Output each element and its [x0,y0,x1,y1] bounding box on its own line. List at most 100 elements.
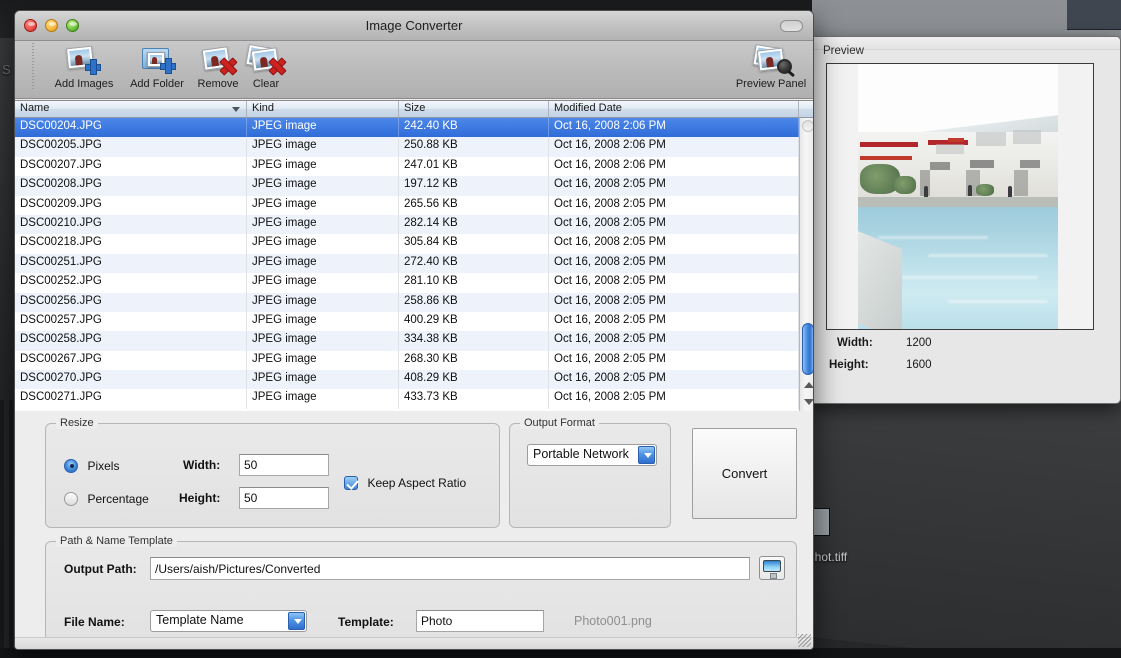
column-header-label: Name [20,102,50,114]
output-filename-preview: Photo001.png [574,614,652,628]
radio-percentage[interactable]: Percentage [64,490,149,508]
table-row[interactable]: DSC00204.JPG JPEG image 242.40 KB Oct 16, 2… [15,118,799,138]
file-list-header[interactable]: Name Kind Size Modified Date [15,101,813,118]
main-titlebar[interactable]: Image Converter [15,11,813,41]
output-path-input[interactable] [150,557,750,580]
toolbar-button-add-images[interactable]: Add Images [45,43,123,90]
path-name-template-group-title: Path & Name Template [56,535,177,547]
file-name-select[interactable]: Template Name [150,610,307,632]
preview-ripple [878,236,988,239]
preview-window-glass [1013,130,1041,144]
file-list-scrollbar[interactable] [799,118,813,411]
cell-name: DSC00271.JPG [15,389,247,409]
file-list-body[interactable]: DSC00204.JPG JPEG image 242.40 KB Oct 16, 2… [15,118,799,411]
toolbar-button-clear[interactable]: Clear [227,43,305,90]
template-label: Template: [338,615,394,629]
toolbar-button-preview-panel[interactable]: Preview Panel [729,43,813,90]
cell-modified: Oct 16, 2008 2:05 PM [549,311,799,332]
output-format-group-title: Output Format [520,417,599,429]
table-row[interactable]: DSC00210.JPG JPEG image 282.14 KB Oct 16, 2… [15,214,799,235]
preview-foliage [894,176,916,194]
toolbar-separator [32,43,34,89]
preview-storefront-sign [930,162,950,170]
preview-height-value: 1600 [906,359,932,371]
preview-width-row: Width: 1200 [809,337,1120,359]
preview-signage [948,138,964,142]
cell-kind: JPEG image [247,253,399,274]
radio-pixels[interactable]: Pixels [64,457,119,475]
convert-button-label: Convert [721,466,768,481]
checkbox-keep-aspect-ratio[interactable]: Keep Aspect Ratio [344,474,466,492]
radio-percentage-indicator[interactable] [64,491,78,506]
image-converter-window[interactable]: Image Converter Add Images Add Folder Re… [14,10,814,650]
cell-kind: JPEG image [247,273,399,293]
table-row[interactable]: DSC00218.JPG JPEG image 305.84 KB Oct 16, 2… [15,234,799,254]
cell-kind: JPEG image [247,195,399,215]
sort-descending-icon [232,107,240,112]
chevron-down-icon[interactable] [638,446,655,464]
cell-kind: JPEG image [247,137,399,157]
table-row[interactable]: DSC00251.JPG JPEG image 272.40 KB Oct 16, 2… [15,253,799,274]
table-row[interactable]: DSC00209.JPG JPEG image 265.56 KB Oct 16, 2… [15,195,799,215]
table-row[interactable]: DSC00252.JPG JPEG image 281.10 KB Oct 16, 2… [15,273,799,293]
column-header-modified-date[interactable]: Modified Date [549,101,799,118]
scrollbar-thumb[interactable] [802,323,813,375]
preview-signage [860,142,918,147]
cell-name: DSC00208.JPG [15,176,247,196]
column-header-name[interactable]: Name [15,101,247,118]
scroll-down-arrow-icon[interactable] [804,399,813,405]
template-input[interactable] [416,610,544,632]
cell-name: DSC00209.JPG [15,195,247,215]
file-list[interactable]: Name Kind Size Modified Date DSC00204.JP… [15,100,813,411]
cell-name: DSC00251.JPG [15,253,247,274]
width-label: Width: [183,458,221,472]
cell-size: 268.30 KB [399,350,549,371]
table-row[interactable]: DSC00267.JPG JPEG image 268.30 KB Oct 16, 2… [15,350,799,371]
preview-ripple [948,300,1048,303]
table-row[interactable]: DSC00271.JPG JPEG image 433.73 KB Oct 16, 2… [15,389,799,409]
output-format-selected-value: Portable Network [533,447,629,461]
table-row[interactable]: DSC00258.JPG JPEG image 334.38 KB Oct 16, 2… [15,331,799,351]
radio-pixels-indicator[interactable] [64,458,78,473]
window-resize-grip[interactable] [798,634,811,647]
cell-modified: Oct 16, 2008 2:05 PM [549,273,799,293]
preview-window-glass [936,144,964,154]
output-format-select[interactable]: Portable Network [527,444,657,466]
cell-modified: Oct 16, 2008 2:05 PM [549,292,799,312]
cell-kind: JPEG image [247,350,399,371]
chevron-down-icon[interactable] [288,612,305,630]
radio-pixels-label: Pixels [87,459,120,473]
cell-name: DSC00270.JPG [15,370,247,390]
table-row[interactable]: DSC00208.JPG JPEG image 197.12 KB Oct 16, 2… [15,176,799,196]
table-row[interactable]: DSC00270.JPG JPEG image 408.29 KB Oct 16, 2… [15,370,799,390]
column-header-spacer [799,101,813,118]
column-header-label: Size [404,102,426,114]
column-header-size[interactable]: Size [399,101,549,118]
cell-size: 433.73 KB [399,389,549,409]
preview-signage [860,156,912,160]
convert-button[interactable]: Convert [692,428,797,519]
cell-modified: Oct 16, 2008 2:05 PM [549,370,799,390]
window-title: Image Converter [365,18,463,33]
cell-name: DSC00210.JPG [15,214,247,235]
file-name-selected-value: Template Name [156,613,244,627]
table-row[interactable]: DSC00257.JPG JPEG image 400.29 KB Oct 16, 2… [15,311,799,332]
preview-panel-icon [729,43,813,77]
cell-name: DSC00205.JPG [15,137,247,157]
main-toolbar: Add Images Add Folder Remove Clear Previ… [15,41,813,99]
table-row[interactable]: DSC00256.JPG JPEG image 258.86 KB Oct 16, 2… [15,292,799,312]
scroll-up-arrow-icon[interactable] [804,382,813,388]
cell-size: 247.01 KB [399,156,549,177]
preview-window[interactable]: Preview Width: 1200 Height: 1600 [808,36,1121,404]
toolbar-toggle-button[interactable] [780,20,803,32]
cell-kind: JPEG image [247,311,399,332]
keep-aspect-ratio-checkbox-indicator[interactable] [344,475,358,490]
column-header-kind[interactable]: Kind [247,101,399,118]
cell-size: 250.88 KB [399,137,549,157]
table-row[interactable]: DSC00205.JPG JPEG image 250.88 KB Oct 16, 2… [15,137,799,157]
table-row[interactable]: DSC00207.JPG JPEG image 247.01 KB Oct 16, 2… [15,156,799,177]
height-input[interactable] [239,487,329,509]
cell-size: 305.84 KB [399,234,549,254]
width-input[interactable] [239,454,329,476]
browse-output-path-button[interactable] [759,556,785,580]
